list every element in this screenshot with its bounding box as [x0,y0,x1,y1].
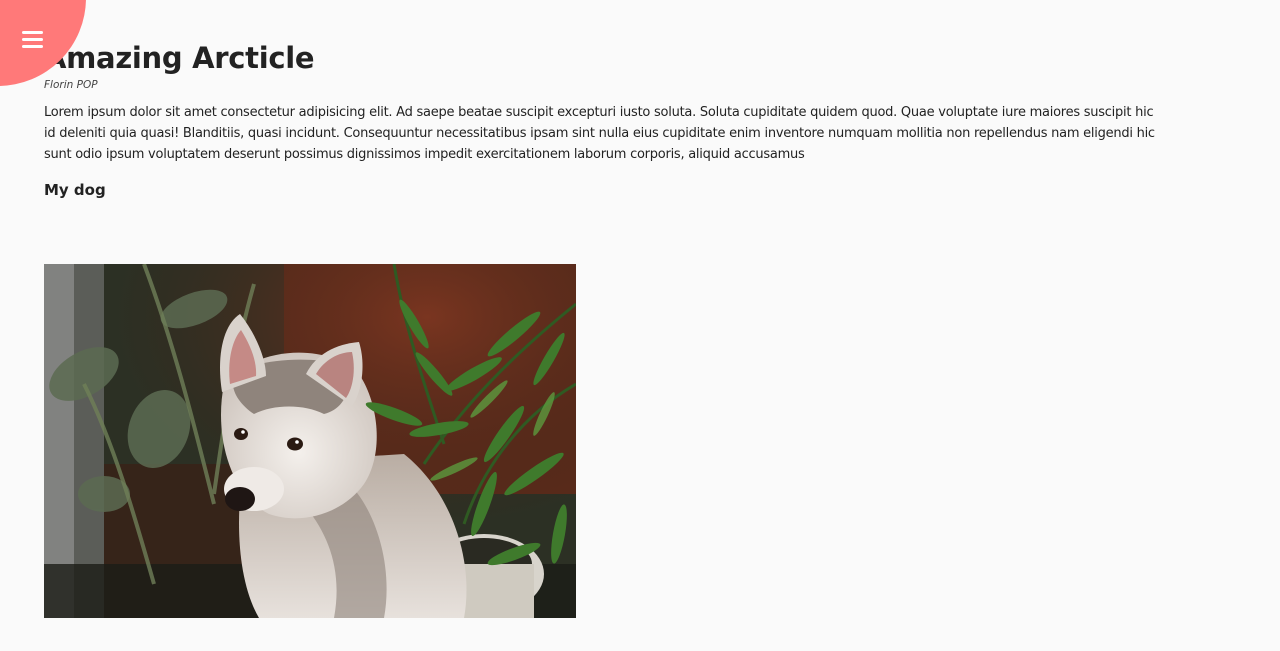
hamburger-menu-icon [22,31,43,48]
paragraph-line: Lorem ipsum dolor sit amet consectetur a… [44,105,1154,120]
article-paragraph: Lorem ipsum dolor sit amet consectetur a… [44,102,1280,165]
article: Amazing Arcticle Florin POP Lorem ipsum … [44,38,1280,201]
page: Amazing Arcticle Florin POP Lorem ipsum … [0,0,1280,651]
paragraph-line: sunt odio ipsum voluptatem deserunt poss… [44,147,805,162]
article-title: Amazing Arcticle [44,41,315,75]
paragraph-line: id deleniti quia quasi! Blanditiis, quas… [44,126,1155,141]
article-author: Florin POP [44,79,98,91]
dog-photo [44,264,576,618]
article-subheading: My dog [44,181,106,199]
